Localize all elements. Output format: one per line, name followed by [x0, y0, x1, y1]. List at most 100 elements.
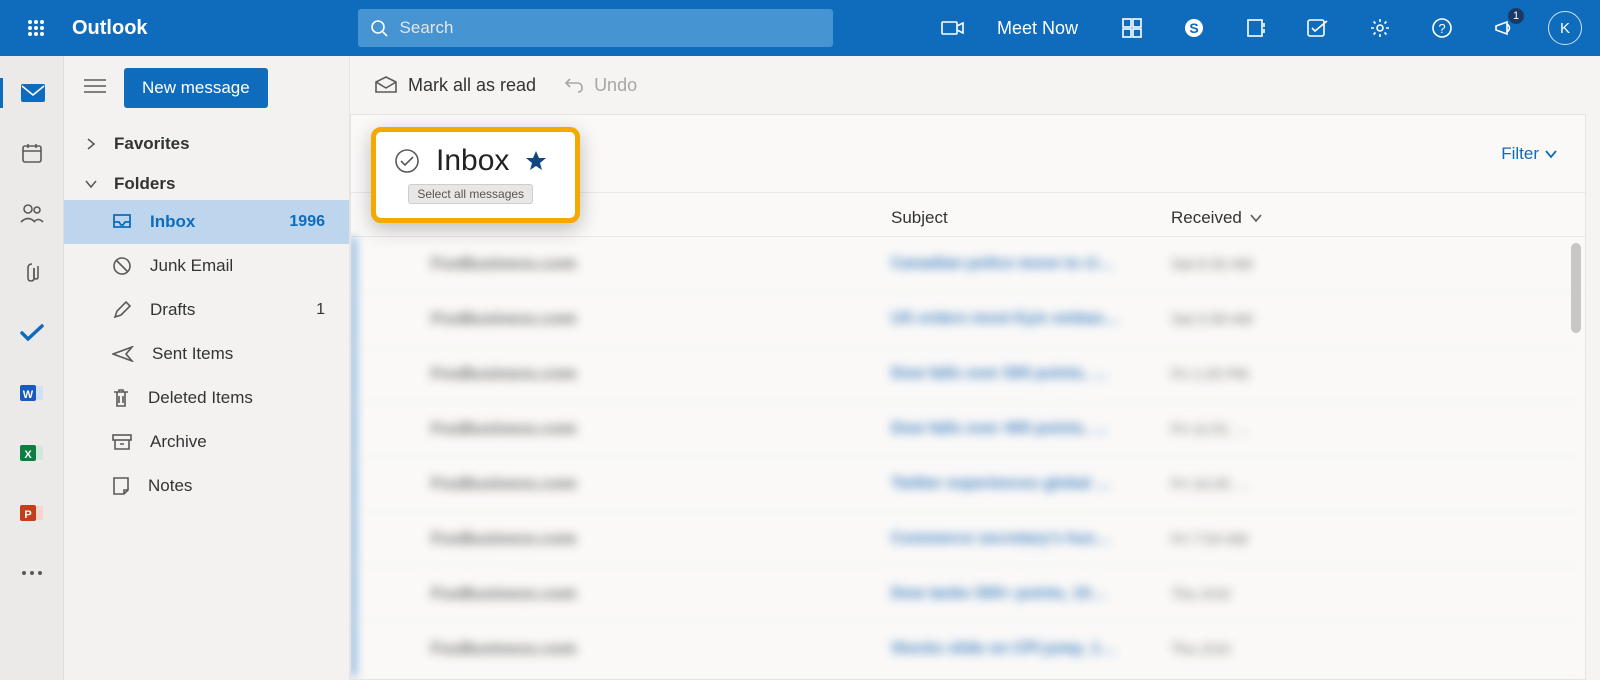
- command-bar: Mark all as read Undo: [350, 56, 1600, 114]
- message-time: Sat 6:32 AM: [1171, 256, 1253, 273]
- meet-now-button[interactable]: Meet Now: [997, 18, 1078, 39]
- onenote-feed-icon[interactable]: [1238, 10, 1274, 46]
- message-row[interactable]: FoxBusiness.comStocks slide on CPI jump,…: [351, 622, 1585, 677]
- folder-label: Sent Items: [152, 344, 233, 364]
- header-bar: Outlook Meet Now S ? 1 K: [0, 0, 1600, 56]
- folder-label: Inbox: [150, 212, 195, 232]
- subject-column-header[interactable]: Subject: [891, 208, 1171, 228]
- todo-check-icon[interactable]: [1300, 10, 1336, 46]
- account-avatar[interactable]: K: [1548, 11, 1582, 45]
- message-subject: Twitter experiences global …: [891, 475, 1171, 493]
- notification-badge: 1: [1508, 8, 1524, 24]
- scrollbar-thumb[interactable]: [1571, 243, 1581, 333]
- folder-count: 1996: [289, 213, 325, 231]
- files-module-icon[interactable]: [0, 258, 64, 288]
- favorites-section[interactable]: Favorites: [64, 120, 349, 160]
- videocam-icon[interactable]: [935, 10, 971, 46]
- app-body: W X P New message Favorites Folders Inbo…: [0, 56, 1600, 680]
- message-time: Fri 7:54 AM: [1171, 531, 1248, 548]
- undo-button[interactable]: Undo: [564, 75, 637, 96]
- folders-label: Folders: [114, 174, 175, 194]
- chevron-down-icon: [1250, 213, 1262, 223]
- skype-icon[interactable]: S: [1176, 10, 1212, 46]
- settings-gear-icon[interactable]: [1362, 10, 1398, 46]
- folder-notes[interactable]: Notes: [64, 464, 349, 508]
- message-list: Filter Subject Received FoxBusiness.comC…: [350, 114, 1586, 680]
- message-row[interactable]: FoxBusiness.comCommerce secretary's hus……: [351, 512, 1585, 567]
- folder-label: Archive: [150, 432, 207, 452]
- message-row[interactable]: FoxBusiness.comDow tanks 500+ points, 10…: [351, 567, 1585, 622]
- content-pane: Mark all as read Undo Filter Subject Rec…: [350, 56, 1600, 680]
- help-icon[interactable]: ?: [1424, 10, 1460, 46]
- folder-deleted[interactable]: Deleted Items: [64, 376, 349, 420]
- folder-label: Junk Email: [150, 256, 233, 276]
- app-launcher-icon[interactable]: [18, 10, 54, 46]
- message-from: FoxBusiness.com: [431, 474, 891, 494]
- sent-icon: [112, 346, 134, 362]
- message-subject: Dow falls over 500 points, …: [891, 365, 1171, 383]
- svg-text:X: X: [24, 449, 32, 461]
- search-icon: [370, 19, 388, 37]
- message-subject: Commerce secretary's hus…: [891, 530, 1171, 548]
- folder-archive[interactable]: Archive: [64, 420, 349, 464]
- folder-junk[interactable]: Junk Email: [64, 244, 349, 288]
- message-from: FoxBusiness.com: [431, 419, 891, 439]
- search-box[interactable]: [358, 9, 833, 47]
- select-all-tooltip: Select all messages: [408, 184, 533, 204]
- folder-pane: New message Favorites Folders Inbox 1996…: [64, 56, 350, 680]
- inbox-title: Inbox: [436, 144, 509, 178]
- folder-inbox[interactable]: Inbox 1996: [64, 200, 349, 244]
- message-time: Sat 3:39 AM: [1171, 311, 1253, 328]
- message-time: Thu 2/10: [1171, 641, 1230, 658]
- hamburger-icon[interactable]: [84, 78, 106, 99]
- people-module-icon[interactable]: [0, 198, 64, 228]
- received-column-header[interactable]: Received: [1171, 208, 1262, 228]
- message-row[interactable]: FoxBusiness.comDow falls over 400 points…: [351, 402, 1585, 457]
- word-app-icon[interactable]: W: [0, 378, 64, 408]
- calendar-module-icon[interactable]: [0, 138, 64, 168]
- chevron-down-icon: [84, 177, 98, 191]
- powerpoint-app-icon[interactable]: P: [0, 498, 64, 528]
- message-time: Thu 2/10: [1171, 586, 1230, 603]
- folder-count: 1: [316, 301, 325, 319]
- svg-text:P: P: [24, 509, 31, 521]
- message-subject: Dow falls over 400 points, …: [891, 420, 1171, 438]
- module-rail: W X P: [0, 56, 64, 680]
- megaphone-icon[interactable]: 1: [1486, 10, 1522, 46]
- my-day-icon[interactable]: [1114, 10, 1150, 46]
- message-from: FoxBusiness.com: [431, 309, 891, 329]
- message-from: FoxBusiness.com: [431, 584, 891, 604]
- new-message-button[interactable]: New message: [124, 68, 268, 108]
- message-subject: US orders most Kyiv embas…: [891, 310, 1171, 328]
- star-icon[interactable]: [525, 150, 547, 172]
- todo-module-icon[interactable]: [0, 318, 64, 348]
- message-time: Fri 11:51 …: [1171, 421, 1248, 438]
- folder-label: Drafts: [150, 300, 195, 320]
- message-row[interactable]: FoxBusiness.comCanadian police move to c…: [351, 237, 1585, 292]
- svg-text:S: S: [1189, 20, 1198, 36]
- chevron-down-icon: [1545, 149, 1557, 159]
- folder-drafts[interactable]: Drafts 1: [64, 288, 349, 332]
- svg-text:W: W: [22, 389, 33, 401]
- excel-app-icon[interactable]: X: [0, 438, 64, 468]
- message-row[interactable]: FoxBusiness.comUS orders most Kyiv embas…: [351, 292, 1585, 347]
- drafts-icon: [112, 300, 132, 320]
- mail-open-icon: [374, 76, 398, 94]
- message-from: FoxBusiness.com: [431, 529, 891, 549]
- more-apps-icon[interactable]: [0, 558, 64, 588]
- message-row[interactable]: FoxBusiness.comTwitter experiences globa…: [351, 457, 1585, 512]
- notes-icon: [112, 476, 130, 496]
- message-row[interactable]: FoxBusiness.comDow falls over 500 points…: [351, 347, 1585, 402]
- filter-button[interactable]: Filter: [1501, 144, 1557, 164]
- mail-module-icon[interactable]: [0, 78, 64, 108]
- folder-sent[interactable]: Sent Items: [64, 332, 349, 376]
- folders-section[interactable]: Folders: [64, 160, 349, 200]
- folder-label: Notes: [148, 476, 192, 496]
- message-rows: FoxBusiness.com Canadian police move to c…: [351, 237, 1585, 677]
- search-input[interactable]: [400, 18, 821, 38]
- message-subject: Canadian police move to cl…: [891, 255, 1171, 273]
- mark-all-read-button[interactable]: Mark all as read: [374, 75, 536, 96]
- brand-title: Outlook: [72, 17, 148, 40]
- select-all-checkbox-icon[interactable]: [394, 148, 420, 174]
- message-time: Fri 1:25 PM: [1171, 366, 1249, 383]
